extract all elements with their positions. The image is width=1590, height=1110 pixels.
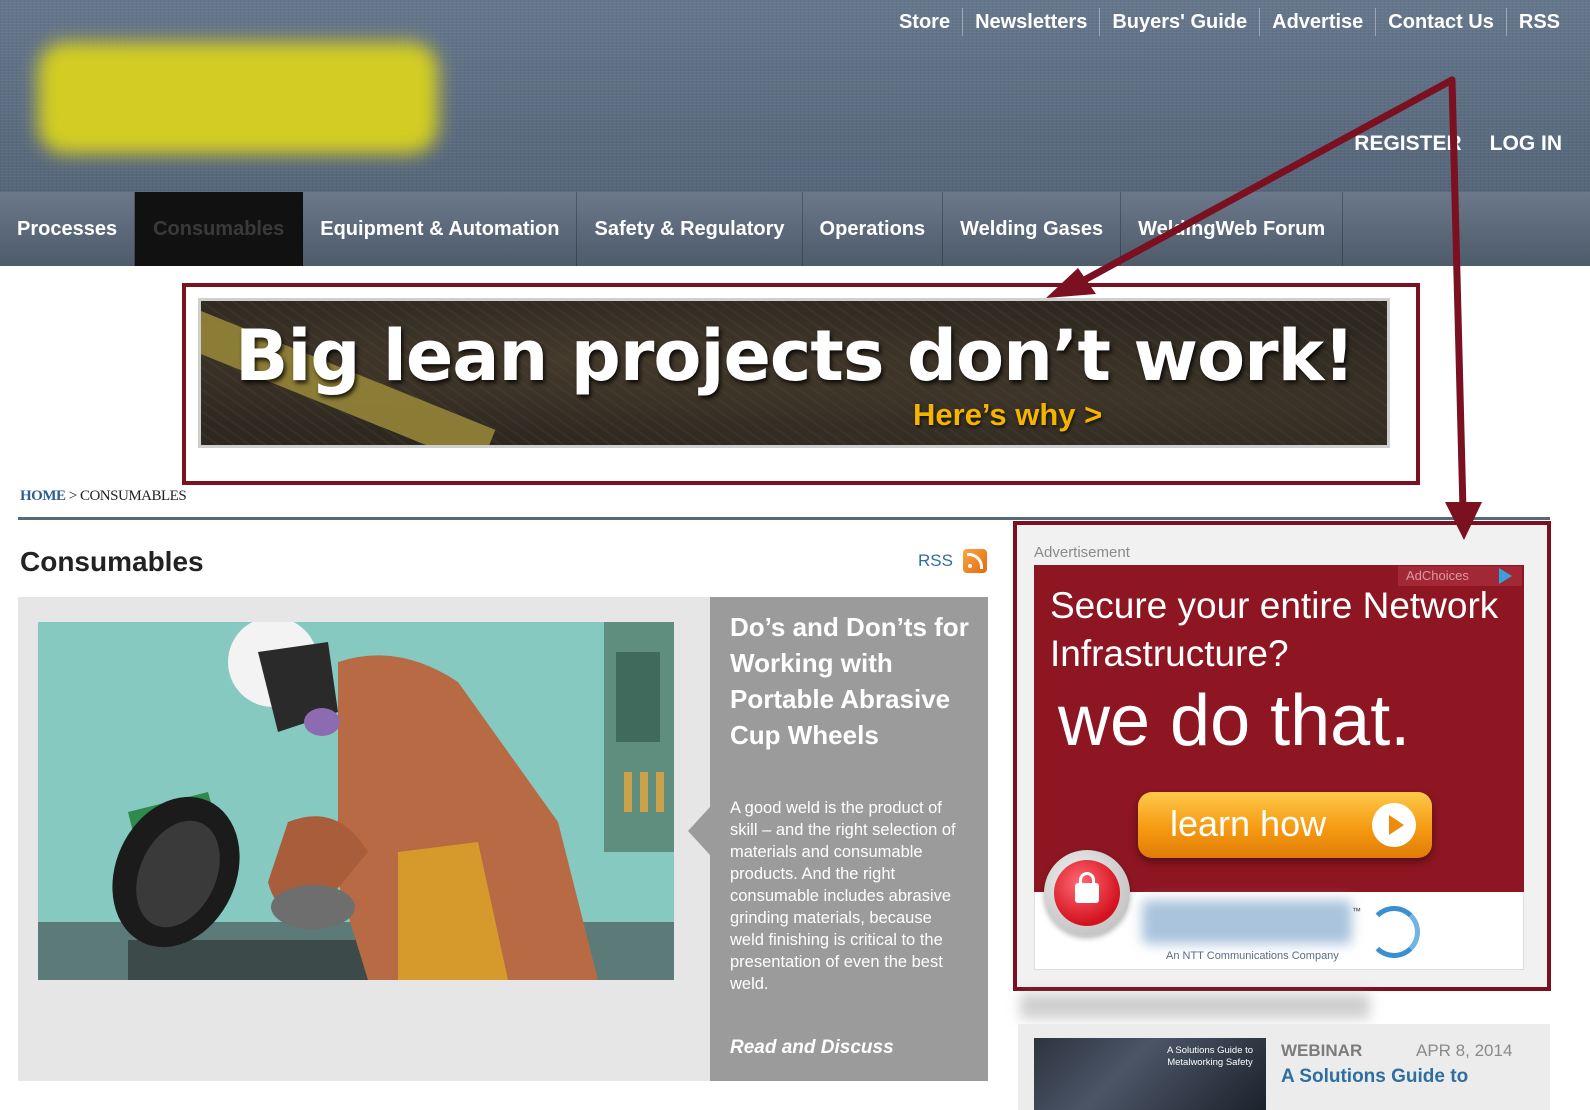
read-and-discuss-link[interactable]: Read and Discuss: [730, 1037, 894, 1059]
utility-nav: Store Newsletters Buyers' Guide Advertis…: [887, 8, 1560, 36]
nav-weldingweb-forum[interactable]: WeldingWeb Forum: [1121, 192, 1344, 266]
side-ad-tagline: we do that.: [1058, 681, 1411, 761]
breadcrumb-current: CONSUMABLES: [79, 488, 187, 504]
webinar-date: APR 8, 2014: [1416, 1041, 1513, 1060]
advertiser-swirl-logo-icon: [1368, 906, 1420, 958]
nav-safety-regulatory[interactable]: Safety & Regulatory: [577, 192, 803, 266]
featured-article-image[interactable]: [38, 622, 674, 980]
util-link-rss[interactable]: RSS: [1507, 8, 1560, 36]
learn-how-button[interactable]: learn how: [1138, 792, 1432, 858]
page-title: Consumables: [20, 546, 204, 577]
banner-ad-cta[interactable]: Here’s why >: [913, 397, 1102, 433]
trademark-mark: ™: [1352, 906, 1361, 916]
advertisement-label: Advertisement: [1034, 544, 1130, 561]
util-link-contact-us[interactable]: Contact Us: [1376, 8, 1507, 36]
banner-ad[interactable]: Big lean projects don’t work! Here’s why…: [198, 298, 1390, 448]
side-ad-question: Secure your entire Network Infrastructur…: [1050, 585, 1499, 674]
breadcrumb: HOME > CONSUMABLES: [20, 488, 187, 505]
featured-article-title[interactable]: Do’s and Don’ts for Working with Portabl…: [730, 609, 970, 753]
webinar-type-label: WEBINAR: [1281, 1041, 1363, 1060]
section-divider: [18, 517, 1550, 520]
login-link[interactable]: LOG IN: [1490, 132, 1562, 156]
auth-links: REGISTER LOG IN: [1354, 132, 1562, 156]
util-link-advertise[interactable]: Advertise: [1260, 8, 1377, 36]
breadcrumb-separator: >: [68, 488, 77, 504]
util-link-newsletters[interactable]: Newsletters: [963, 8, 1101, 36]
redacted-strip: [1020, 993, 1370, 1019]
nav-consumables[interactable]: Consumables: [135, 192, 304, 266]
nav-equipment-automation[interactable]: Equipment & Automation: [303, 192, 578, 266]
webinar-thumbnail-caption: A Solutions Guide to Metalworking Safety: [1166, 1045, 1254, 1068]
advertiser-logo-redacted: [1142, 900, 1352, 944]
util-link-buyers-guide[interactable]: Buyers' Guide: [1100, 8, 1261, 36]
learn-how-label: learn how: [1170, 803, 1327, 844]
lock-icon: [1044, 850, 1130, 936]
featured-article-panel[interactable]: Do’s and Don’ts for Working with Portabl…: [688, 597, 988, 1081]
welder-grinding-illustration: [38, 622, 674, 980]
site-logo-redacted[interactable]: [38, 42, 438, 154]
section-rss-link[interactable]: RSS: [918, 551, 953, 571]
padlock-glyph: [1075, 872, 1099, 903]
breadcrumb-home[interactable]: HOME: [20, 488, 66, 504]
banner-ad-headline: Big lean projects don’t work!: [235, 315, 1355, 397]
nav-operations[interactable]: Operations: [803, 192, 944, 266]
util-link-store[interactable]: Store: [887, 8, 964, 36]
play-arrow-icon: [1372, 803, 1416, 847]
rss-feed-icon[interactable]: [963, 549, 987, 573]
main-nav: Processes Consumables Equipment & Automa…: [0, 192, 1590, 266]
advertiser-company-line: An NTT Communications Company: [1166, 950, 1339, 962]
nav-processes[interactable]: Processes: [0, 192, 136, 266]
nav-welding-gases[interactable]: Welding Gases: [943, 192, 1122, 266]
featured-article-excerpt: A good weld is the product of skill – an…: [730, 799, 956, 993]
site-header: Store Newsletters Buyers' Guide Advertis…: [0, 0, 1590, 192]
webinar-title-link[interactable]: A Solutions Guide to: [1281, 1066, 1468, 1088]
register-link[interactable]: REGISTER: [1354, 132, 1461, 156]
